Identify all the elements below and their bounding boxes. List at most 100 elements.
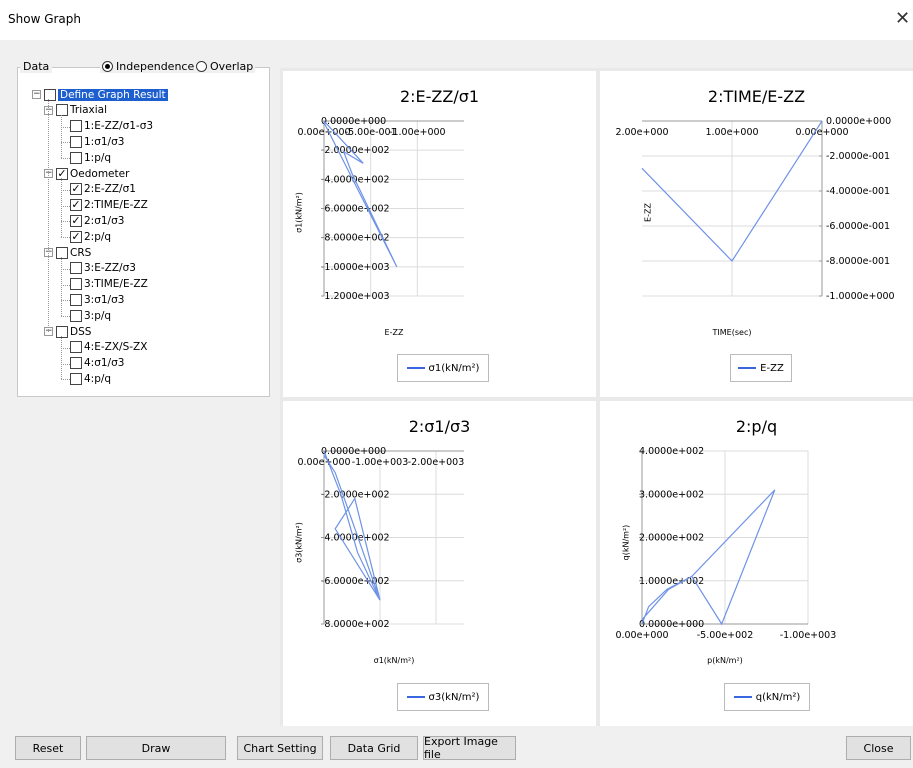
checkbox[interactable] <box>56 246 68 259</box>
close-button[interactable]: Close <box>846 736 911 760</box>
radio-independence-label: Independence <box>116 60 195 73</box>
tree-item[interactable]: 1:E-ZZ/σ1-σ3 <box>70 119 153 134</box>
y-tick-label: -4.0000e-001 <box>826 186 890 197</box>
x-tick-label: 0.00e+000 <box>297 127 350 138</box>
tree-item[interactable]: 4:E-ZX/S-ZX <box>70 340 147 355</box>
checkbox[interactable] <box>70 357 82 370</box>
tree-group-triaxial[interactable]: − Triaxial <box>44 103 107 118</box>
legend-swatch <box>738 367 757 369</box>
x-axis-title: p(kN/m²) <box>707 656 743 665</box>
tree-item[interactable]: 4:p/q <box>70 371 111 386</box>
y-tick-label: -8.0000e-001 <box>826 256 890 267</box>
checkbox[interactable] <box>70 341 82 354</box>
chart-panel-time-ezz: 2:TIME/E-ZZ 2.00e+000 1.00e+000 0.00e+000 0.… <box>600 71 913 397</box>
checkbox[interactable] <box>44 88 56 101</box>
tree-item[interactable]: 3:TIME/E-ZZ <box>70 277 148 292</box>
checkbox[interactable]: ✓ <box>70 214 82 227</box>
y-tick-label: -6.0000e+002 <box>321 204 390 215</box>
checkbox[interactable] <box>70 135 82 148</box>
legend-label: E-ZZ <box>760 362 784 374</box>
tree-group-dss[interactable]: − DSS <box>44 324 91 339</box>
y-axis-title: σ1(kN/m²) <box>294 192 304 233</box>
tree-item[interactable]: 3:p/q <box>70 308 111 323</box>
checkbox[interactable] <box>70 372 82 385</box>
checkbox[interactable] <box>56 325 68 338</box>
tree-item[interactable]: ✓ 2:σ1/σ3 <box>70 213 124 228</box>
tree-item-label: 1:p/q <box>84 151 112 164</box>
tree-connector <box>61 300 70 302</box>
export-image-button[interactable]: Export Image file <box>423 735 516 761</box>
checkbox[interactable]: ✓ <box>70 230 82 243</box>
y-tick-label: 4.0000e+002 <box>639 446 704 457</box>
tree-item[interactable]: ✓ 2:TIME/E-ZZ <box>70 198 148 213</box>
graph-result-tree: − Define Graph Result − Triaxial 1:E-ZZ/σ1-σ… <box>18 68 269 396</box>
checkbox[interactable] <box>70 309 82 322</box>
title-bar: Show Graph ✕ <box>0 0 913 40</box>
x-axis-title: TIME(sec) <box>712 328 752 337</box>
tree-connector <box>61 142 70 144</box>
tree-group-crs[interactable]: − CRS <box>44 245 91 260</box>
tree-item[interactable]: 1:p/q <box>70 150 111 165</box>
legend-label: σ3(kN/m²) <box>428 691 480 703</box>
checkbox[interactable]: ✓ <box>70 199 82 212</box>
tree-item[interactable]: 3:σ1/σ3 <box>70 292 124 307</box>
legend-swatch <box>406 696 425 698</box>
tree-group-label: DSS <box>70 325 92 338</box>
y-tick-label: -6.0000e+002 <box>321 576 390 587</box>
legend-swatch <box>406 367 425 369</box>
tree-item-label: 3:E-ZZ/σ3 <box>84 262 136 275</box>
x-tick-label: -2.00e+003 <box>408 457 465 468</box>
tree-item[interactable]: ✓ 2:E-ZZ/σ1 <box>70 182 136 197</box>
tree-group-label: Triaxial <box>70 104 108 117</box>
legend-label: q(kN/m²) <box>755 691 801 703</box>
y-tick-label: 0.0000e+000 <box>826 116 891 127</box>
collapse-toggle-icon[interactable]: − <box>32 90 41 99</box>
chart-setting-button[interactable]: Chart Setting <box>237 736 323 760</box>
checkbox[interactable] <box>56 104 68 117</box>
tree-item[interactable]: ✓ 2:p/q <box>70 229 111 244</box>
tree-item[interactable]: 4:σ1/σ3 <box>70 356 124 371</box>
draw-button[interactable]: Draw <box>86 736 226 760</box>
x-tick-label: -1.00e+003 <box>352 457 409 468</box>
tree-item[interactable]: 1:σ1/σ3 <box>70 134 124 149</box>
tree-item-label: 3:σ1/σ3 <box>84 293 125 306</box>
tree-group-label: CRS <box>70 246 92 259</box>
tree-root-label[interactable]: Define Graph Result <box>58 88 168 101</box>
data-tree-panel: − Define Graph Result − Triaxial 1:E-ZZ/σ1-σ… <box>17 67 270 397</box>
tree-item[interactable]: 3:E-ZZ/σ3 <box>70 261 136 276</box>
y-axis-title: q(kN/m²) <box>621 524 631 561</box>
data-grid-button[interactable]: Data Grid <box>330 736 418 760</box>
y-tick-label: -8.0000e+002 <box>321 619 390 630</box>
tree-connector <box>61 257 62 317</box>
checkbox[interactable] <box>70 120 82 133</box>
checkbox[interactable]: ✓ <box>70 183 82 196</box>
legend-swatch <box>733 696 752 698</box>
x-tick-label: -1.00e+003 <box>780 630 837 641</box>
close-icon[interactable]: ✕ <box>895 8 910 29</box>
tree-connector <box>61 316 70 318</box>
tree-group-oedometer[interactable]: − ✓ Oedometer <box>44 166 129 181</box>
y-axis-title: σ3(kN/m²) <box>294 522 304 563</box>
checkbox[interactable]: ✓ <box>56 167 68 180</box>
tree-item-label: 4:σ1/σ3 <box>84 357 125 370</box>
checkbox[interactable] <box>70 278 82 291</box>
radio-dot-overlap <box>196 61 207 72</box>
radio-independence[interactable]: Independence <box>100 60 197 73</box>
reset-button[interactable]: Reset <box>15 736 81 760</box>
checkbox[interactable] <box>70 293 82 306</box>
x-tick-label: 2.00e+000 <box>615 127 668 138</box>
tree-root-row[interactable]: − Define Graph Result <box>32 87 168 102</box>
chart-panel-sigma1-sigma3: 2:σ1/σ3 0.00e+000 -1.00e+003 -2.00e+003 0.00… <box>283 401 596 726</box>
y-tick-label: 0.0000e+000 <box>321 446 386 457</box>
chart-svg: 0.00e+000-5.00e-001-1.00e+0000.0000e+000… <box>297 116 464 302</box>
y-tick-label: -1.2000e+003 <box>321 291 390 302</box>
checkbox[interactable] <box>70 262 82 275</box>
radio-overlap[interactable]: Overlap <box>194 60 256 73</box>
y-tick-label: 2.0000e+002 <box>639 533 704 544</box>
tree-item-label: 1:σ1/σ3 <box>84 135 125 148</box>
data-group-label: Data <box>20 60 53 73</box>
tree-connector <box>48 99 49 332</box>
chart-area: 2:E-ZZ/σ1 0.00e+000 -5.00e-001 -1.00e+000 0.… <box>280 68 913 726</box>
x-tick-label: -5.00e+002 <box>697 630 754 641</box>
checkbox[interactable] <box>70 151 82 164</box>
